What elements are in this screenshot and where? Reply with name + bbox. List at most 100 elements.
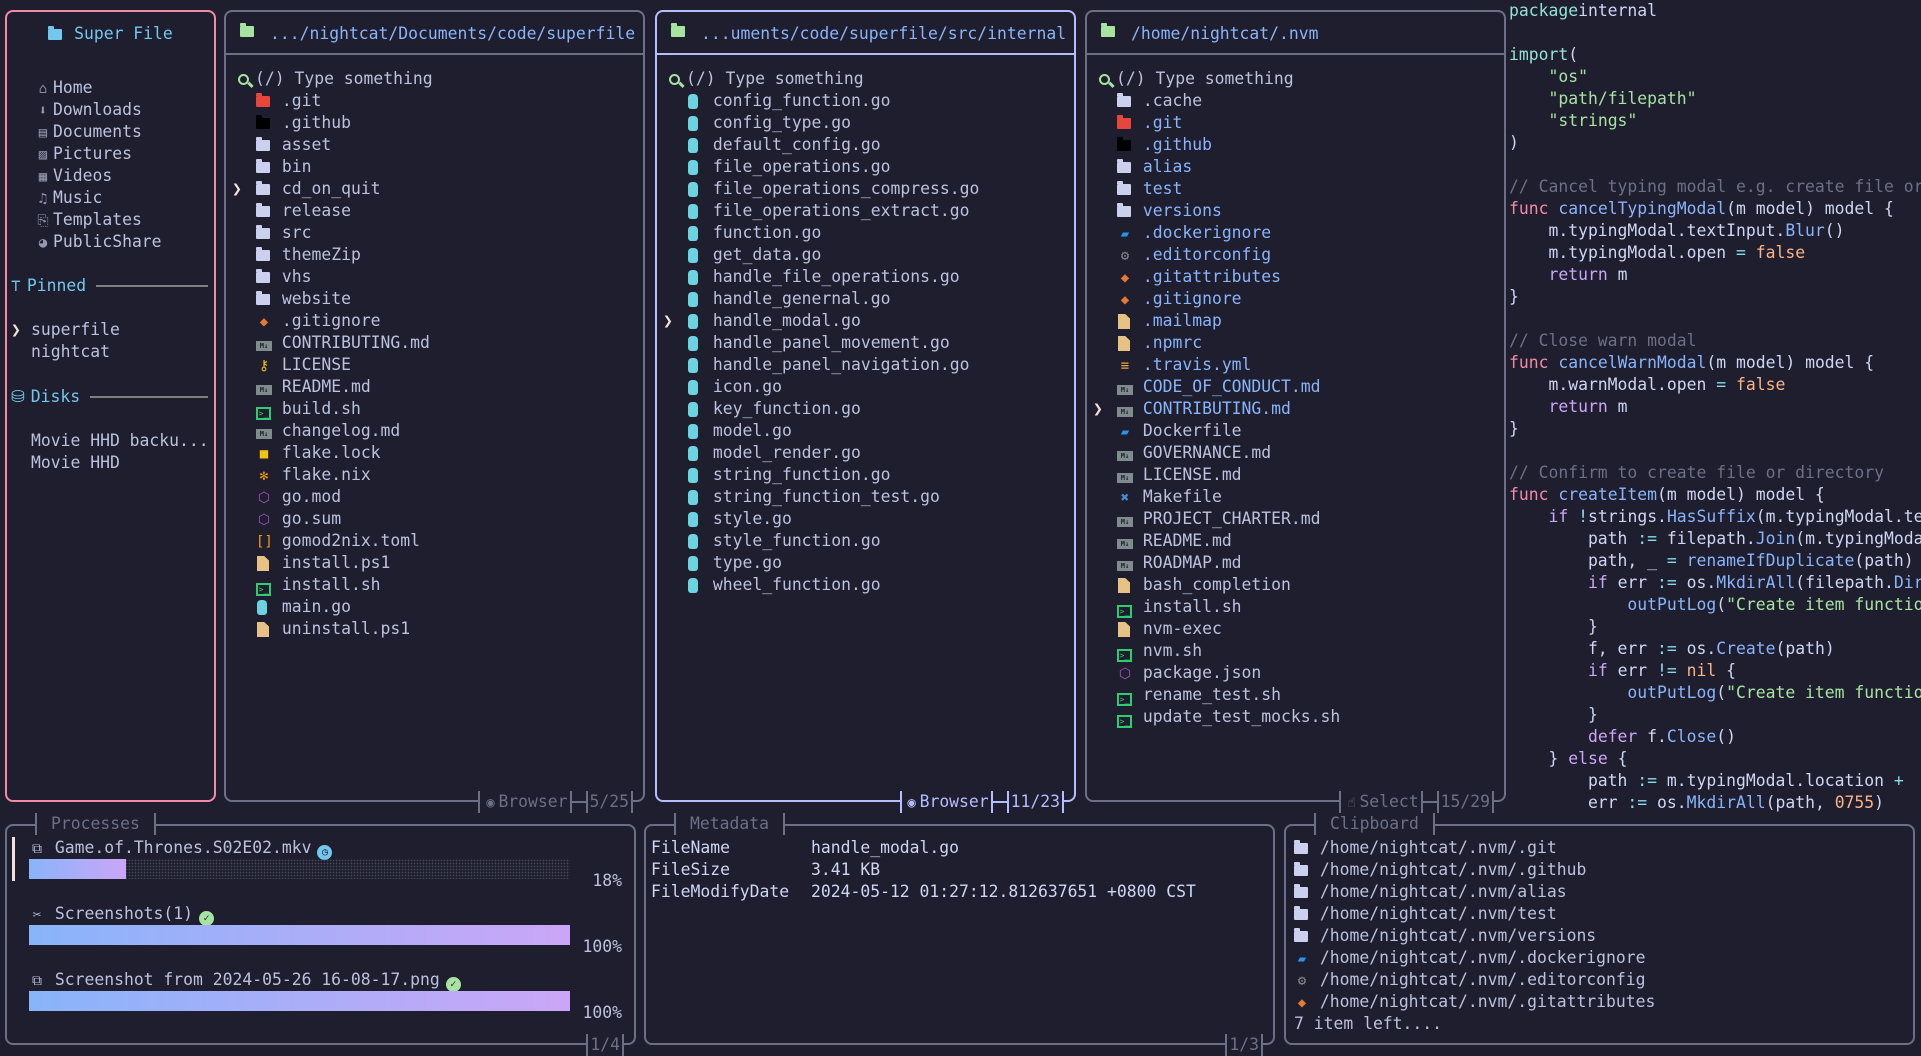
file-item[interactable]: bin (226, 156, 643, 178)
disk-item[interactable]: Movie HHD (31, 452, 214, 474)
pinned-item[interactable]: nightcat (11, 341, 214, 363)
file-item[interactable]: default_config.go (657, 134, 1074, 156)
process-item[interactable]: ✂ Screenshots(1) ✓ 100% (7, 903, 634, 963)
file-item[interactable]: ✖ Makefile (1087, 486, 1504, 508)
file-item[interactable]: ⚙ .editorconfig (1087, 244, 1504, 266)
disk-item[interactable]: Movie HHD backu... (31, 430, 214, 452)
sidebar-item-pictures[interactable]: ▨ Pictures (35, 143, 214, 165)
processes-panel[interactable]: Processes ⧉ Game.of.Thrones.S02E02.mkv ◷ 1… (5, 813, 636, 1056)
file-item[interactable]: M↓ CODE_OF_CONDUCT.md (1087, 376, 1504, 398)
file-item[interactable]: test (1087, 178, 1504, 200)
file-item[interactable]: .git (1087, 112, 1504, 134)
file-item[interactable]: .npmrc (1087, 332, 1504, 354)
file-item[interactable]: ◆ .gitignore (226, 310, 643, 332)
file-item[interactable]: icon.go (657, 376, 1074, 398)
file-item[interactable]: alias (1087, 156, 1504, 178)
file-item[interactable]: M↓ CONTRIBUTING.md (226, 332, 643, 354)
pinned-item[interactable]: ❯ superfile (11, 319, 214, 341)
file-panel-1[interactable]: .../nightcat/Documents/code/superfile (/)… (224, 10, 645, 813)
file-item[interactable]: nvm-exec (1087, 618, 1504, 640)
file-item[interactable]: ❯ M↓ CONTRIBUTING.md (1087, 398, 1504, 420)
file-item[interactable]: ⬡ package.json (1087, 662, 1504, 684)
file-item[interactable]: main.go (226, 596, 643, 618)
file-item[interactable]: [] gomod2nix.toml (226, 530, 643, 552)
file-item[interactable]: .mailmap (1087, 310, 1504, 332)
file-item[interactable]: file_operations.go (657, 156, 1074, 178)
file-item[interactable]: src (226, 222, 643, 244)
file-item[interactable]: vhs (226, 266, 643, 288)
file-item[interactable]: string_function_test.go (657, 486, 1074, 508)
file-item[interactable]: file_operations_extract.go (657, 200, 1074, 222)
file-item[interactable]: ≡ .travis.yml (1087, 354, 1504, 376)
file-list[interactable]: .git .github asset bin ❯ cd_on_quit relea… (226, 90, 643, 640)
file-item[interactable]: release (226, 200, 643, 222)
file-item[interactable]: ⬡ go.mod (226, 486, 643, 508)
file-item[interactable]: ⬡ go.sum (226, 508, 643, 530)
file-item[interactable]: M↓ README.md (226, 376, 643, 398)
file-item[interactable]: string_function.go (657, 464, 1074, 486)
file-item[interactable]: install.ps1 (226, 552, 643, 574)
file-item[interactable]: model_render.go (657, 442, 1074, 464)
file-item[interactable]: style_function.go (657, 530, 1074, 552)
file-item[interactable]: ❯ handle_modal.go (657, 310, 1074, 332)
search-input[interactable]: (/) Type something (238, 68, 433, 90)
sidebar-item-downloads[interactable]: ⬇ Downloads (35, 99, 214, 121)
file-item[interactable]: website (226, 288, 643, 310)
file-item[interactable]: handle_panel_movement.go (657, 332, 1074, 354)
file-item[interactable]: M↓ changelog.md (226, 420, 643, 442)
search-input[interactable]: (/) Type something (669, 68, 864, 90)
file-item[interactable]: ✻ flake.nix (226, 464, 643, 486)
file-item[interactable]: M↓ README.md (1087, 530, 1504, 552)
file-item[interactable]: >_ rename_test.sh (1087, 684, 1504, 706)
file-item[interactable]: >_ update_test_mocks.sh (1087, 706, 1504, 728)
file-item[interactable]: bash_completion (1087, 574, 1504, 596)
process-item[interactable]: ⧉ Screenshot from 2024-05-26 16-08-17.pn… (7, 969, 634, 1029)
file-item[interactable]: asset (226, 134, 643, 156)
file-panel-2[interactable]: ...uments/code/superfile/src/internal (/)… (655, 10, 1076, 813)
file-item[interactable]: model.go (657, 420, 1074, 442)
file-item[interactable]: config_function.go (657, 90, 1074, 112)
file-item[interactable]: type.go (657, 552, 1074, 574)
file-item[interactable]: handle_file_operations.go (657, 266, 1074, 288)
process-item[interactable]: ⧉ Game.of.Thrones.S02E02.mkv ◷ 18% (7, 837, 634, 897)
file-item[interactable]: >_ nvm.sh (1087, 640, 1504, 662)
search-input[interactable]: (/) Type something (1099, 68, 1294, 90)
file-item[interactable]: .github (226, 112, 643, 134)
file-item[interactable]: key_function.go (657, 398, 1074, 420)
file-item[interactable]: ◆ .gitignore (1087, 288, 1504, 310)
file-item[interactable]: ▰ Dockerfile (1087, 420, 1504, 442)
file-item[interactable]: M↓ PROJECT_CHARTER.md (1087, 508, 1504, 530)
file-item[interactable]: versions (1087, 200, 1504, 222)
file-item[interactable]: ▰ .dockerignore (1087, 222, 1504, 244)
file-panel-3[interactable]: /home/nightcat/.nvm (/) Type something .c… (1085, 10, 1506, 813)
file-item[interactable]: .github (1087, 134, 1504, 156)
file-item[interactable]: uninstall.ps1 (226, 618, 643, 640)
file-item[interactable]: .git (226, 90, 643, 112)
sidebar-item-music[interactable]: ♫ Music (35, 187, 214, 209)
sidebar-item-documents[interactable]: ▤ Documents (35, 121, 214, 143)
file-item[interactable]: ■ flake.lock (226, 442, 643, 464)
file-item[interactable]: wheel_function.go (657, 574, 1074, 596)
file-item[interactable]: handle_genernal.go (657, 288, 1074, 310)
file-item[interactable]: >_ install.sh (1087, 596, 1504, 618)
sidebar-item-publicshare[interactable]: ◕ PublicShare (35, 231, 214, 253)
file-item[interactable]: style.go (657, 508, 1074, 530)
file-item[interactable]: M↓ GOVERNANCE.md (1087, 442, 1504, 464)
file-item[interactable]: file_operations_compress.go (657, 178, 1074, 200)
file-item[interactable]: M↓ ROADMAP.md (1087, 552, 1504, 574)
file-item[interactable]: handle_panel_navigation.go (657, 354, 1074, 376)
file-item[interactable]: get_data.go (657, 244, 1074, 266)
file-item[interactable]: ◆ .gitattributes (1087, 266, 1504, 288)
file-item[interactable]: config_type.go (657, 112, 1074, 134)
file-item[interactable]: M↓ LICENSE.md (1087, 464, 1504, 486)
file-item[interactable]: ⚷ LICENSE (226, 354, 643, 376)
file-item[interactable]: .cache (1087, 90, 1504, 112)
file-list[interactable]: config_function.go config_type.go defaul… (657, 90, 1074, 596)
sidebar-item-templates[interactable]: ⎘ Templates (35, 209, 214, 231)
file-item[interactable]: >_ build.sh (226, 398, 643, 420)
file-item[interactable]: >_ install.sh (226, 574, 643, 596)
sidebar-item-videos[interactable]: ▦ Videos (35, 165, 214, 187)
file-item[interactable]: function.go (657, 222, 1074, 244)
file-list[interactable]: .cache .git .github alias test versions ▰… (1087, 90, 1504, 728)
file-item[interactable]: ❯ cd_on_quit (226, 178, 643, 200)
